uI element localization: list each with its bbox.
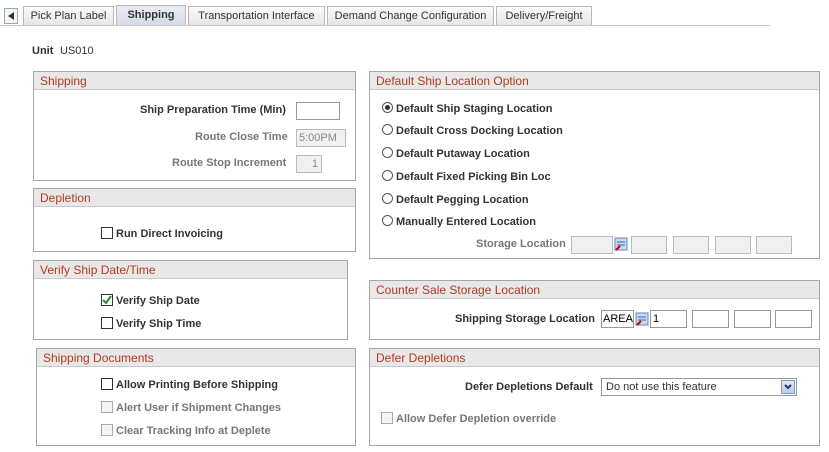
radio-default-fixed-picking[interactable]	[382, 170, 393, 181]
alert-user-label: Alert User if Shipment Changes	[116, 402, 282, 414]
scroll-tabs-left-button[interactable]	[4, 8, 18, 24]
radio-manually-entered[interactable]	[382, 215, 393, 226]
defer-depletions-default-value: Do not use this feature	[606, 381, 717, 393]
radio-label-pegging: Default Pegging Location	[396, 194, 529, 206]
radio-default-putaway[interactable]	[382, 147, 393, 158]
allow-printing-checkbox[interactable]	[101, 378, 113, 390]
clear-tracking-checkbox[interactable]	[101, 424, 113, 436]
ship-prep-time-label: Ship Preparation Time (Min)	[140, 104, 286, 116]
shipping-storage-area-input[interactable]: AREA	[601, 310, 634, 328]
radio-label-manually-entered: Manually Entered Location	[396, 216, 536, 228]
tab-transportation-interface[interactable]: Transportation Interface	[188, 6, 325, 25]
radio-default-ship-staging[interactable]	[382, 102, 393, 113]
route-close-time-input[interactable]: 5:00PM	[296, 129, 346, 147]
radio-label-fixed-picking: Default Fixed Picking Bin Loc	[396, 171, 551, 183]
storage-location-label: Storage Location	[476, 238, 566, 250]
tab-underline	[0, 25, 770, 26]
default-ship-location-group: Default Ship Location Option	[369, 71, 820, 259]
route-stop-increment-input[interactable]: 1	[296, 155, 322, 173]
radio-selected-dot	[385, 105, 390, 110]
storage-level1-input[interactable]	[631, 236, 667, 254]
unit-label: Unit	[32, 45, 54, 57]
run-direct-invoicing-checkbox[interactable]	[101, 227, 113, 239]
verify-ship-time-label: Verify Ship Time	[116, 318, 202, 330]
verify-ship-time-checkbox[interactable]	[101, 317, 113, 329]
alert-user-checkbox[interactable]	[101, 401, 113, 413]
tab-delivery-freight[interactable]: Delivery/Freight	[496, 6, 592, 25]
shipping-storage-level3-input[interactable]	[734, 310, 771, 328]
allow-defer-override-label: Allow Defer Depletion override	[396, 413, 557, 425]
defer-depletions-group-title: Defer Depletions	[370, 349, 819, 367]
route-stop-increment-label: Route Stop Increment	[172, 157, 287, 169]
shipping-storage-level2-input[interactable]	[692, 310, 729, 328]
depletion-group-title: Depletion	[34, 189, 355, 207]
defer-depletions-default-select[interactable]: Do not use this feature	[601, 378, 797, 396]
defer-depletions-group: Defer Depletions	[369, 348, 820, 446]
radio-label-ship-staging: Default Ship Staging Location	[396, 103, 553, 115]
defer-depletions-default-label: Defer Depletions Default	[465, 381, 593, 393]
tab-demand-change-configuration[interactable]: Demand Change Configuration	[327, 6, 494, 25]
verify-ship-group-title: Verify Ship Date/Time	[34, 261, 347, 279]
allow-defer-override-checkbox[interactable]	[381, 412, 393, 424]
chevron-down-icon	[781, 380, 795, 394]
verify-ship-date-checkbox[interactable]	[101, 294, 113, 306]
storage-area-input[interactable]	[571, 236, 613, 254]
storage-level4-input[interactable]	[756, 236, 792, 254]
ship-prep-time-input[interactable]	[296, 102, 340, 120]
counter-sale-group-title: Counter Sale Storage Location	[370, 281, 819, 299]
checkmark-icon	[102, 295, 112, 305]
radio-label-putaway: Default Putaway Location	[396, 148, 530, 160]
storage-level3-input[interactable]	[715, 236, 751, 254]
shipping-storage-level4-input[interactable]	[775, 310, 812, 328]
shipping-storage-lookup-icon[interactable]	[635, 312, 649, 329]
run-direct-invoicing-label: Run Direct Invoicing	[116, 228, 223, 240]
clear-tracking-label: Clear Tracking Info at Deplete	[116, 425, 271, 437]
route-close-time-label: Route Close Time	[195, 131, 288, 143]
tab-shipping[interactable]: Shipping	[116, 5, 186, 26]
storage-area-lookup-icon[interactable]	[614, 237, 628, 254]
radio-default-pegging[interactable]	[382, 193, 393, 204]
shipping-documents-group-title: Shipping Documents	[37, 349, 355, 367]
storage-level2-input[interactable]	[673, 236, 709, 254]
shipping-storage-location-label: Shipping Storage Location	[455, 313, 595, 325]
allow-printing-label: Allow Printing Before Shipping	[116, 379, 278, 391]
radio-label-cross-docking: Default Cross Docking Location	[396, 125, 563, 137]
shipping-storage-level1-input[interactable]: 1	[650, 310, 687, 328]
tab-pick-plan-label[interactable]: Pick Plan Label	[23, 6, 114, 25]
depletion-group: Depletion	[33, 188, 356, 252]
shipping-group-title: Shipping	[34, 72, 355, 90]
unit-value: US010	[60, 45, 94, 57]
verify-ship-date-label: Verify Ship Date	[116, 295, 200, 307]
radio-default-cross-docking[interactable]	[382, 124, 393, 135]
default-ship-location-group-title: Default Ship Location Option	[370, 72, 819, 90]
arrow-left-icon	[8, 12, 14, 20]
